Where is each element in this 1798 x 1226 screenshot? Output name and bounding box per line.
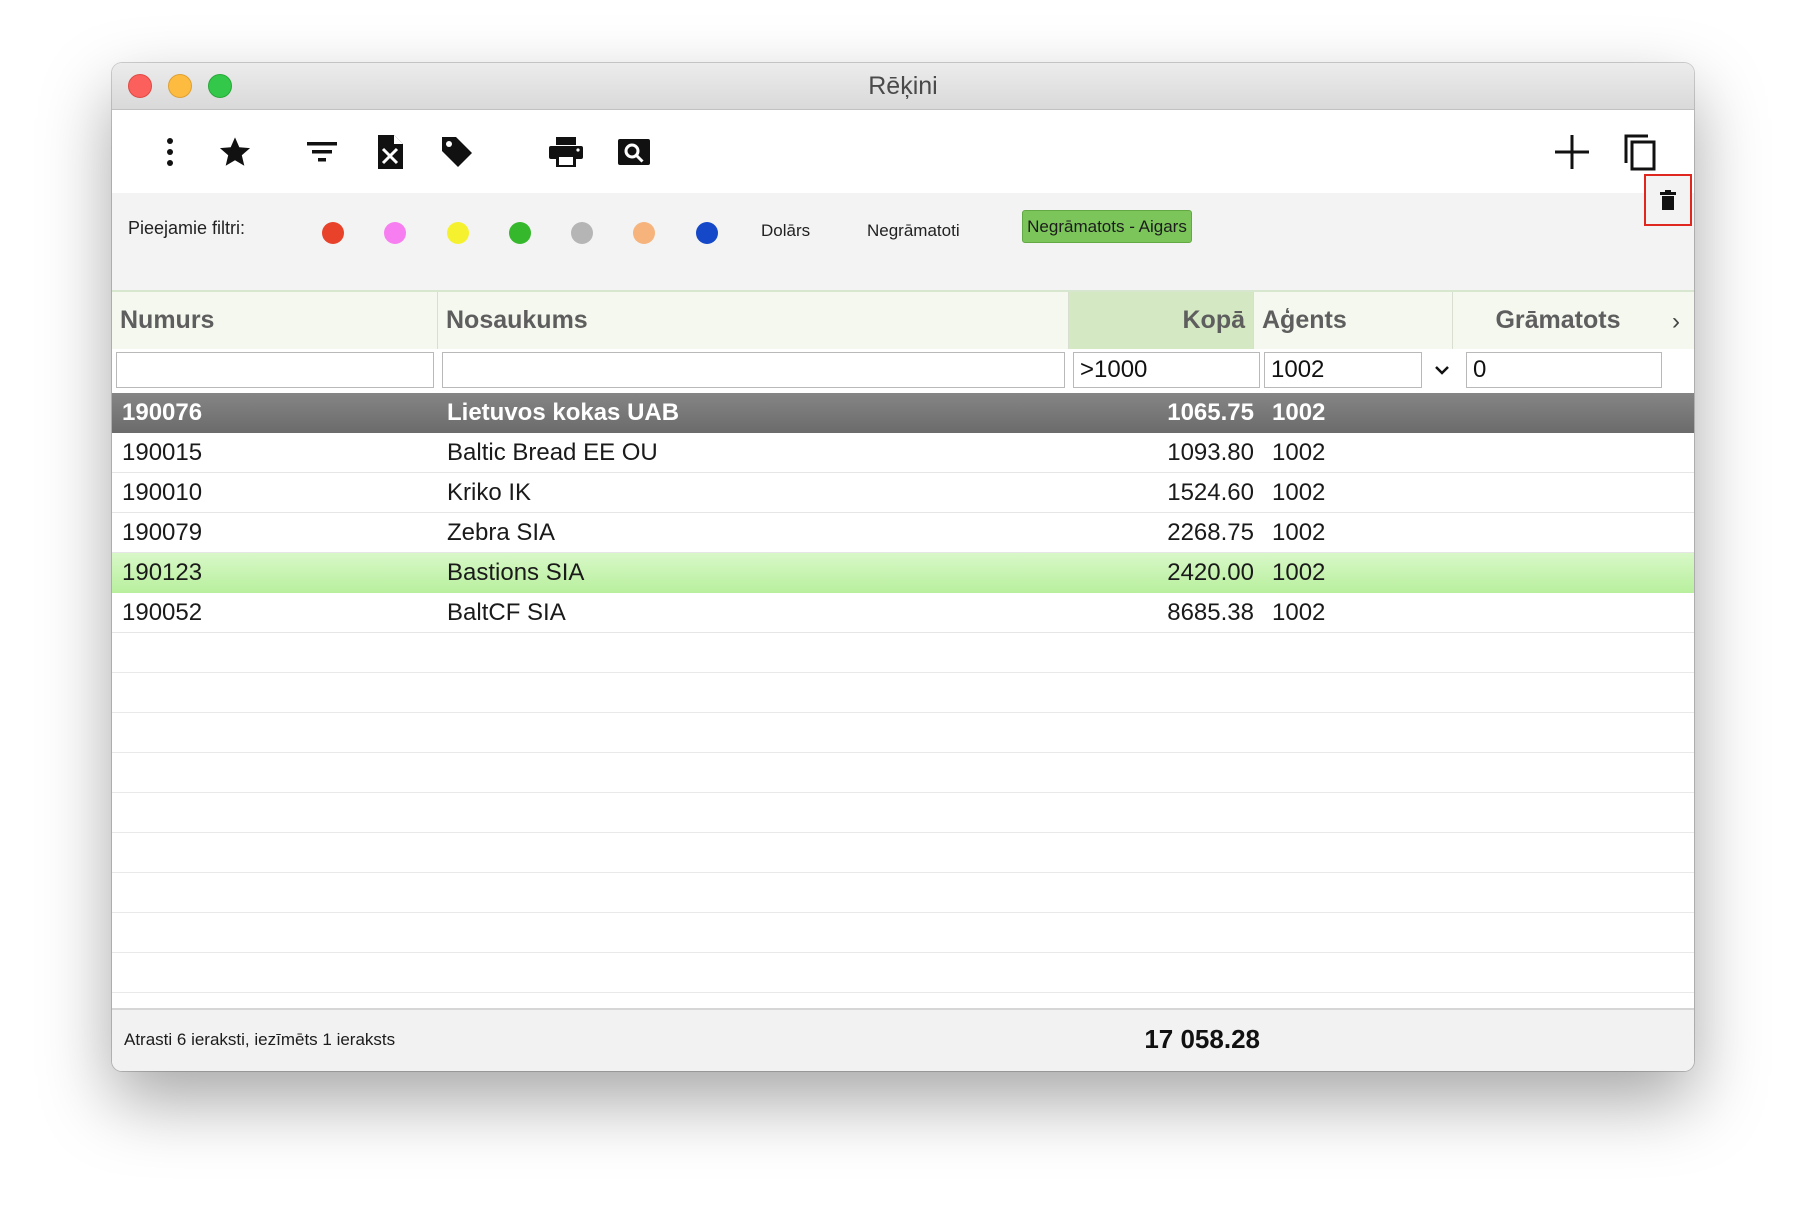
title-bar: Rēķini [112,63,1694,110]
scroll-right-icon[interactable]: › [1672,308,1680,336]
empty-row [112,713,1694,753]
chevron-down-icon [1435,366,1449,375]
cell-number: 190079 [122,519,203,546]
copy-icon[interactable] [1620,132,1660,172]
cell-total: 1524.60 [1167,479,1254,506]
empty-row [112,873,1694,913]
add-icon[interactable] [1552,132,1592,172]
red-filter-dot[interactable] [322,222,344,244]
delete-filter-button[interactable] [1644,174,1692,226]
table-row[interactable]: 190076 Lietuvos kokas UAB 1065.75 1002 [112,393,1694,433]
cell-number: 190052 [122,599,203,626]
status-bar: Atrasti 6 ieraksti, iezīmēts 1 ieraksts … [112,1008,1694,1071]
column-header-number[interactable]: Numurs [112,292,438,349]
filter-chip-unbooked-aigars[interactable]: Negrāmatots - Aigars [1022,210,1192,243]
empty-row [112,953,1694,993]
cell-agent: 1002 [1272,439,1326,466]
empty-row [112,793,1694,833]
filter-icon[interactable] [302,132,342,172]
gray-filter-dot[interactable] [571,222,593,244]
cell-number: 190076 [122,399,203,426]
table-header: Numurs Nosaukums Kopā Aģents Grāmatots › [112,292,1694,349]
cell-name: Baltic Bread EE OU [447,439,658,466]
empty-row [112,633,1694,673]
pink-filter-dot[interactable] [384,222,406,244]
agent-filter-input[interactable] [1264,352,1422,388]
green-filter-dot[interactable] [509,222,531,244]
cell-number: 190010 [122,479,203,506]
cell-agent: 1002 [1272,599,1326,626]
window-title: Rēķini [868,72,938,100]
filters-label: Pieejamie filtri: [128,218,246,238]
cell-number: 190015 [122,439,203,466]
orange-filter-dot[interactable] [633,222,655,244]
cell-name: Zebra SIA [447,519,556,546]
cell-agent: 1002 [1272,399,1326,426]
yellow-filter-dot[interactable] [447,222,469,244]
cell-total: 2268.75 [1167,519,1254,546]
empty-row [112,673,1694,713]
agent-dropdown-button[interactable] [1424,352,1460,388]
search-preview-icon[interactable] [614,132,654,172]
filter-bar: Pieejamie filtri: Dolārs Negrāmatoti Neg… [112,193,1694,292]
column-header-name[interactable]: Nosaukums [438,292,1069,349]
cell-agent: 1002 [1272,519,1326,546]
cell-name: Lietuvos kokas UAB [447,399,680,426]
cell-name: Kriko IK [447,479,532,506]
cell-agent: 1002 [1272,479,1326,506]
filter-chip-unbooked[interactable]: Negrāmatoti [867,221,960,241]
column-header-total[interactable]: Kopā [1069,292,1254,349]
print-icon[interactable] [546,132,586,172]
booked-filter-input[interactable] [1466,352,1662,388]
cell-total: 8685.38 [1167,599,1254,626]
number-filter-input[interactable] [116,352,434,388]
column-header-booked[interactable]: Grāmatots [1453,292,1663,349]
table-row[interactable]: 190015 Baltic Bread EE OU 1093.80 1002 [112,433,1694,473]
empty-row [112,833,1694,873]
blue-filter-dot[interactable] [696,222,718,244]
empty-row [112,913,1694,953]
table-row[interactable]: 190123 Bastions SIA 2420.00 1002 [112,553,1694,593]
table-row[interactable]: 190052 BaltCF SIA 8685.38 1002 [112,593,1694,633]
tag-icon[interactable] [437,132,477,172]
trash-icon [1660,190,1676,210]
table-row[interactable]: 190010 Kriko IK 1524.60 1002 [112,473,1694,513]
excel-export-icon[interactable] [370,132,410,172]
filter-chip-dollars[interactable]: Dolārs [761,221,810,241]
name-filter-input[interactable] [442,352,1065,388]
toolbar [112,110,1694,193]
cell-name: BaltCF SIA [447,599,566,626]
column-header-agent[interactable]: Aģents [1254,292,1453,349]
cell-total: 2420.00 [1167,559,1254,586]
more-vertical-icon[interactable] [150,132,190,172]
invoices-window: Rēķini Pieejamie filtri: Dolārs Negrāmat… [112,63,1694,1071]
cell-number: 190123 [122,559,203,586]
sum-total: 17 058.28 [1144,1024,1260,1054]
empty-row [112,753,1694,793]
cell-total: 1065.75 [1167,399,1254,426]
total-filter-input[interactable] [1073,352,1260,388]
cell-total: 1093.80 [1167,439,1254,466]
cell-agent: 1002 [1272,559,1326,586]
column-filter-row [112,350,1694,393]
cell-name: Bastions SIA [447,559,585,586]
star-icon[interactable] [215,132,255,172]
table-row[interactable]: 190079 Zebra SIA 2268.75 1002 [112,513,1694,553]
record-count-text: Atrasti 6 ieraksti, iezīmēts 1 ieraksts [124,1030,396,1049]
